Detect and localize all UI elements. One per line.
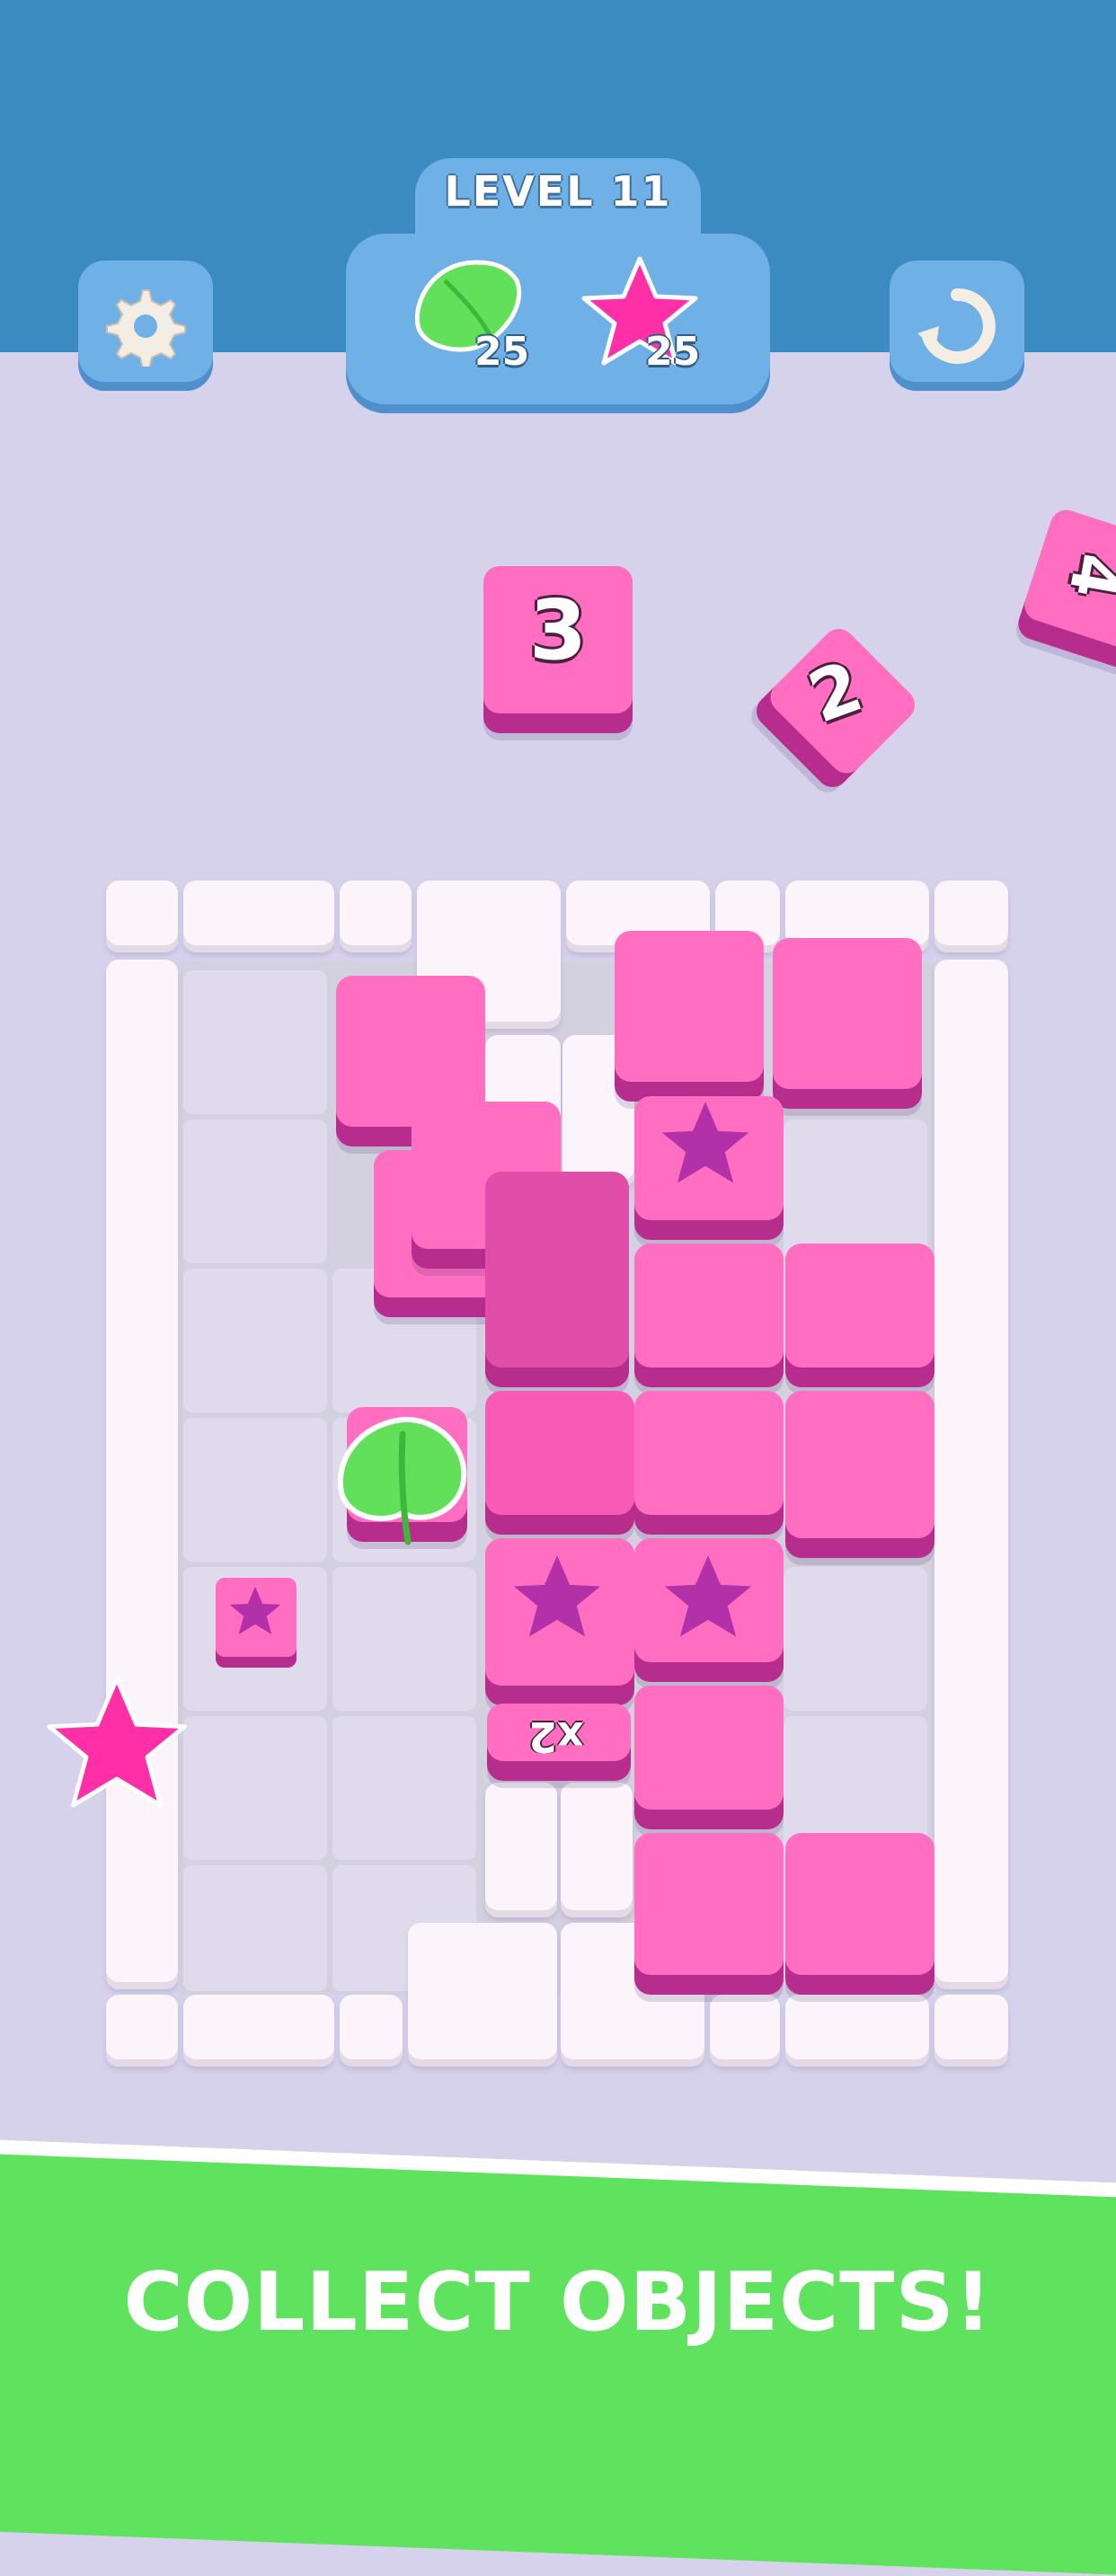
star-icon	[664, 1555, 752, 1637]
star-icon	[47, 1676, 187, 1808]
wall-segment	[785, 1995, 929, 2067]
wall-inner	[485, 1783, 557, 1917]
grid-cell	[183, 1716, 327, 1860]
promo-banner-text: COLLECT OBJECTS!	[123, 2255, 993, 2350]
puzzle-block[interactable]	[634, 1244, 784, 1387]
restart-icon	[917, 288, 996, 364]
puzzle-block[interactable]	[634, 1391, 784, 1535]
multiplier-label: x2	[528, 1713, 584, 1761]
grid-cell	[183, 1865, 327, 1991]
wall-segment	[183, 881, 334, 952]
grid-cell	[784, 1567, 927, 1711]
leaf-icon	[337, 1416, 467, 1545]
gear-icon	[106, 288, 186, 367]
star-icon	[661, 1102, 749, 1183]
wall-inner	[561, 1783, 633, 1917]
settings-button[interactable]	[78, 261, 213, 391]
grid-cell	[183, 1120, 327, 1263]
promo-banner	[0, 2138, 1116, 2576]
grid-cell	[784, 1120, 927, 1263]
grid-cell	[332, 1716, 476, 1860]
wall-segment	[408, 1923, 557, 2067]
grid-cell	[332, 1567, 476, 1711]
puzzle-block[interactable]	[615, 931, 764, 1102]
grid-cell	[183, 970, 327, 1114]
puzzle-block[interactable]	[485, 1172, 629, 1387]
grid-cell	[183, 1269, 327, 1412]
star-icon	[513, 1555, 601, 1637]
puzzle-block[interactable]	[785, 1833, 934, 1995]
puzzle-block[interactable]	[634, 1833, 784, 1995]
wall-segment	[710, 1995, 780, 2067]
puzzle-block[interactable]	[785, 1244, 934, 1387]
leaf-goal-count: 25	[474, 329, 530, 375]
level-label: LEVEL 11	[444, 167, 672, 216]
grid-cell	[183, 1418, 327, 1562]
restart-button[interactable]	[890, 261, 1024, 391]
wall-segment	[106, 881, 178, 952]
wall-segment	[340, 881, 412, 952]
wall-segment	[934, 881, 1008, 952]
star-goal-count: 25	[645, 329, 701, 375]
wall-segment	[183, 1995, 334, 2067]
puzzle-block[interactable]	[634, 1686, 784, 1829]
wall-segment	[340, 1995, 403, 2067]
wall-segment	[934, 1995, 1008, 2067]
puzzle-block[interactable]	[785, 1391, 934, 1558]
wall-right	[934, 960, 1008, 1989]
star-icon	[229, 1586, 281, 1634]
puzzle-block[interactable]	[485, 1391, 634, 1535]
incoming-tile-3-label: 3	[528, 582, 587, 678]
wall-left	[106, 960, 178, 1989]
wall-segment	[106, 1995, 178, 2067]
puzzle-block[interactable]	[773, 938, 922, 1109]
